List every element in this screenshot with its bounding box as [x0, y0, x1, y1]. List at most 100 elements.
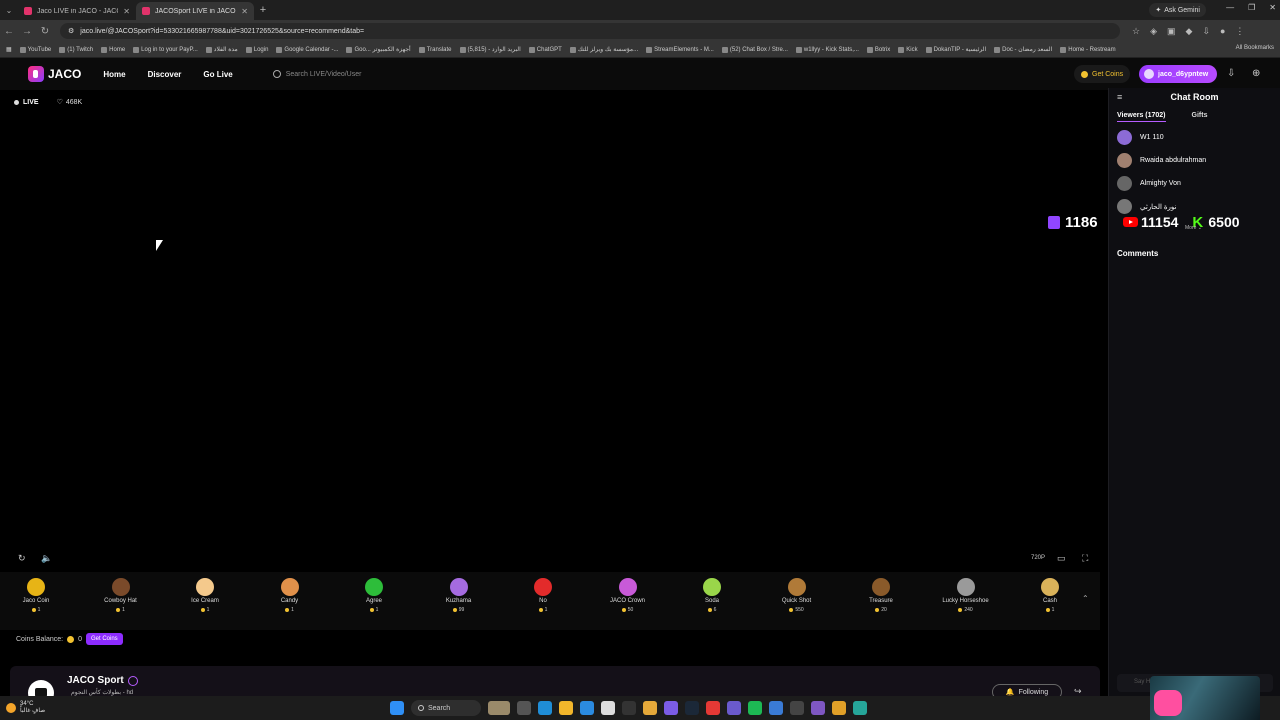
- gift-item[interactable]: Jaco Coin 1: [1, 572, 71, 613]
- nav-home[interactable]: Home: [103, 70, 125, 79]
- ask-gemini-button[interactable]: ✦ Ask Gemini: [1149, 3, 1206, 17]
- bookmark-item[interactable]: w1llyy - Kick Stats,...: [795, 46, 859, 53]
- back-icon[interactable]: ←: [0, 26, 18, 37]
- app-icon[interactable]: [727, 701, 741, 715]
- fullscreen-icon[interactable]: ⛶: [1082, 553, 1088, 564]
- gift-item[interactable]: Treasure 20: [846, 572, 916, 613]
- language-globe-icon[interactable]: ⊕: [1252, 68, 1260, 79]
- new-tab-icon[interactable]: +: [254, 4, 272, 16]
- extension-icon[interactable]: ◈: [1150, 26, 1157, 37]
- browser-tab[interactable]: Jaco LIVE in JACO - JACO ✕: [18, 2, 136, 20]
- download-icon[interactable]: ⇩: [1202, 26, 1210, 37]
- widget-icon[interactable]: [488, 701, 510, 715]
- bookmark-item[interactable]: (1) Twitch: [59, 46, 93, 53]
- refresh-stream-icon[interactable]: ↻: [18, 553, 26, 564]
- download-app-icon[interactable]: ⇩: [1227, 68, 1235, 79]
- jaco-logo[interactable]: JACO: [28, 66, 81, 82]
- list-item[interactable]: Rwaida abdulrahman: [1109, 149, 1280, 172]
- gift-item[interactable]: Lucky Horseshoe 240: [931, 572, 1001, 613]
- app-icon[interactable]: [853, 701, 867, 715]
- list-item[interactable]: W1 110: [1109, 126, 1280, 149]
- app-icon[interactable]: [622, 701, 636, 715]
- tab-search-icon[interactable]: ⌄: [0, 6, 18, 15]
- resolution-selector[interactable]: 720P: [1031, 555, 1045, 561]
- gift-item[interactable]: Agree 1: [339, 572, 409, 613]
- chrome-icon[interactable]: [643, 701, 657, 715]
- more-viewers-button[interactable]: More ⌄: [1185, 225, 1202, 231]
- app-icon[interactable]: [811, 701, 825, 715]
- taskbar-search[interactable]: Search: [411, 700, 481, 716]
- bookmark-item[interactable]: YouTube: [19, 46, 51, 53]
- collapse-chat-icon[interactable]: ≡: [1117, 92, 1122, 102]
- gift-item[interactable]: Ice Cream 1: [170, 572, 240, 613]
- balance-get-coins-button[interactable]: Get Coins: [86, 633, 123, 645]
- extensions-puzzle-icon[interactable]: ◆: [1186, 26, 1193, 37]
- gift-item[interactable]: Candy 1: [255, 572, 325, 613]
- site-info-icon[interactable]: ⚙: [68, 27, 74, 35]
- discord-icon[interactable]: [664, 701, 678, 715]
- bookmark-item[interactable]: Home: [101, 46, 125, 53]
- bookmark-item[interactable]: ChatGPT: [528, 46, 562, 53]
- get-coins-button[interactable]: Get Coins: [1074, 65, 1131, 83]
- app-icon[interactable]: [790, 701, 804, 715]
- list-item[interactable]: Almighty Von: [1109, 172, 1280, 195]
- gift-item[interactable]: Kuzhama 99: [424, 572, 494, 613]
- reload-icon[interactable]: ↻: [36, 26, 54, 37]
- all-bookmarks-button[interactable]: All Bookmarks: [1236, 45, 1274, 51]
- gift-item[interactable]: Quick Shot 550: [762, 572, 832, 613]
- bookmark-item[interactable]: Home - Restream: [1060, 46, 1116, 53]
- bookmark-item[interactable]: (5,815) - البريد الوارد: [459, 46, 521, 53]
- windows-start-icon[interactable]: [390, 701, 404, 715]
- bookmark-item[interactable]: (52) Chat Box / Stre...: [721, 46, 788, 53]
- file-explorer-icon[interactable]: [559, 701, 573, 715]
- theater-mode-icon[interactable]: ▭: [1057, 553, 1066, 564]
- gift-item[interactable]: Soda 6: [677, 572, 747, 613]
- maximize-icon[interactable]: ❐: [1248, 3, 1255, 12]
- url-input[interactable]: ⚙ jaco.live/@JACOSport?id=53302166598778…: [60, 23, 1120, 39]
- volume-icon[interactable]: 🔈: [41, 553, 52, 564]
- video-player[interactable]: LIVE ♡ 468K 1186: [0, 90, 1108, 570]
- close-icon[interactable]: ✕: [123, 7, 130, 16]
- bookmark-item[interactable]: Goo... أجهزة الكمبيوتر: [346, 46, 411, 53]
- edge-icon[interactable]: [580, 701, 594, 715]
- minimize-icon[interactable]: —: [1226, 3, 1234, 12]
- gift-item[interactable]: Cowboy Hat 1: [86, 572, 156, 613]
- apps-icon[interactable]: ▦: [6, 46, 12, 53]
- chevron-up-icon[interactable]: ⌃: [1082, 594, 1089, 603]
- bookmark-item[interactable]: مؤسسة بك ويرلز للتك...: [569, 46, 638, 53]
- bookmark-item[interactable]: Log in to your PayP...: [133, 46, 198, 53]
- bookmark-item[interactable]: DokanTIP - الرئيسية: [925, 46, 986, 53]
- extension-icon[interactable]: ▣: [1167, 26, 1176, 37]
- bookmark-item[interactable]: Google Calendar -...: [276, 46, 338, 53]
- search-input[interactable]: Search LIVE/Video/User: [286, 71, 362, 78]
- spotify-icon[interactable]: [748, 701, 762, 715]
- browser-tab-active[interactable]: JACOSport LIVE in JACO - JACO ✕: [136, 2, 254, 20]
- tab-gifts[interactable]: Gifts: [1192, 112, 1208, 122]
- task-view-icon[interactable]: [517, 701, 531, 715]
- bookmark-star-icon[interactable]: ☆: [1132, 26, 1140, 37]
- bookmark-item[interactable]: مدة الفلاد: [205, 46, 238, 53]
- gift-item[interactable]: JACO Crown 50: [593, 572, 663, 613]
- copilot-icon[interactable]: [538, 701, 552, 715]
- app-icon[interactable]: [601, 701, 615, 715]
- nav-go-live[interactable]: Go Live: [203, 70, 232, 79]
- bookmark-item[interactable]: Translate: [418, 46, 452, 53]
- site-search[interactable]: Search LIVE/Video/User: [272, 70, 473, 78]
- bookmark-item[interactable]: StreamElements - M...: [646, 46, 714, 53]
- window-close-icon[interactable]: ✕: [1269, 3, 1276, 12]
- weather-widget[interactable]: 34°C صافٍ غالباً: [6, 701, 45, 715]
- profile-avatar-icon[interactable]: ●: [1220, 26, 1225, 37]
- bookmark-item[interactable]: Login: [245, 46, 268, 53]
- browser-menu-icon[interactable]: ⋮: [1235, 26, 1244, 37]
- tab-viewers[interactable]: Viewers (1702): [1117, 112, 1166, 122]
- steam-icon[interactable]: [685, 701, 699, 715]
- app-icon[interactable]: [706, 701, 720, 715]
- nav-discover[interactable]: Discover: [148, 70, 182, 79]
- bookmark-item[interactable]: Doc - السعد رمضان: [994, 46, 1052, 53]
- close-icon[interactable]: ✕: [241, 7, 248, 16]
- chrome-icon[interactable]: [832, 701, 846, 715]
- app-icon[interactable]: [769, 701, 783, 715]
- forward-icon[interactable]: →: [18, 26, 36, 37]
- bookmark-item[interactable]: Kick: [898, 46, 918, 53]
- bookmark-item[interactable]: Botrix: [866, 46, 890, 53]
